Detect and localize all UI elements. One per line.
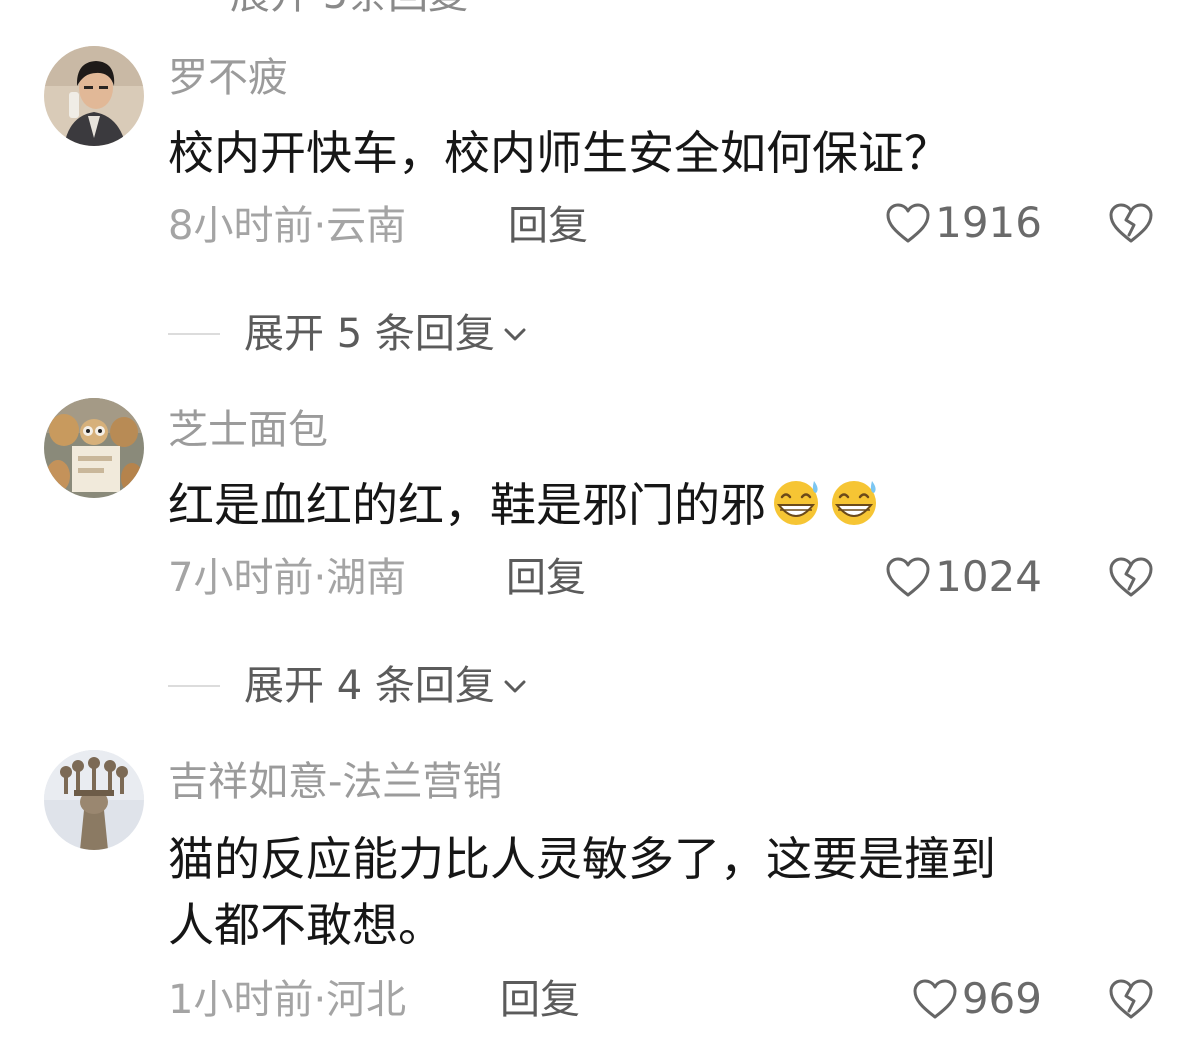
expand-replies-label: 展开 5 条回复 — [244, 311, 495, 357]
previous-expand-replies-partial[interactable]: 展开 5条回复 — [230, 0, 468, 20]
comment-text: 红是血红的红，鞋是邪门的邪 — [168, 472, 882, 538]
comment-time-location: 7小时前·湖南 — [168, 555, 407, 601]
heart-outline-icon — [913, 979, 957, 1019]
like-count: 969 — [961, 974, 1042, 1023]
chevron-down-icon — [504, 680, 526, 693]
comment-text-line: 猫的反应能力比人灵敏多了，这要是撞到 — [168, 832, 996, 886]
comment-text: 校内开快车，校内师生安全如何保证？ — [168, 120, 950, 186]
comment-username[interactable]: 吉祥如意-法兰营销 — [168, 762, 502, 802]
avatar[interactable] — [44, 750, 144, 850]
divider — [168, 333, 220, 335]
heart-outline-icon — [886, 557, 930, 597]
avatar-photo-statue — [44, 750, 144, 850]
comment-time-location: 1小时前·河北 — [168, 977, 407, 1023]
heart-outline-icon — [886, 203, 930, 243]
like-button[interactable]: 969 — [912, 978, 1042, 1020]
avatar-photo-man-phone — [44, 46, 144, 146]
grinning-sweat-emoji-icon — [774, 481, 818, 525]
comment-text: 猫的反应能力比人灵敏多了，这要是撞到 人都不敢想。 — [168, 826, 996, 958]
comment-username[interactable]: 罗不疲 — [168, 58, 288, 98]
comment-time-location: 8小时前·云南 — [168, 203, 407, 249]
grinning-sweat-emoji-icon — [832, 481, 876, 525]
avatar[interactable] — [44, 398, 144, 498]
expand-replies-label: 展开 4 条回复 — [244, 663, 495, 709]
reply-button[interactable]: 回复 — [506, 558, 586, 598]
broken-heart-icon — [1109, 557, 1153, 597]
reply-button[interactable]: 回复 — [500, 980, 580, 1020]
reply-button[interactable]: 回复 — [508, 206, 588, 246]
divider — [168, 685, 220, 687]
comment-text-line: 红是血红的红，鞋是邪门的邪 — [168, 472, 882, 538]
dislike-button[interactable] — [1108, 556, 1154, 602]
like-button[interactable]: 1024 — [885, 556, 1042, 598]
broken-heart-icon — [1109, 203, 1153, 243]
comment-text-line: 校内开快车，校内师生安全如何保证？ — [168, 126, 950, 180]
dislike-button[interactable] — [1108, 978, 1154, 1024]
comment-text-content: 红是血红的红，鞋是邪门的邪 — [168, 478, 766, 532]
chevron-down-icon — [504, 328, 526, 341]
expand-replies-button[interactable]: 展开 4 条回复 — [168, 666, 529, 706]
expand-replies-button[interactable]: 展开 5 条回复 — [168, 314, 529, 354]
avatar-photo-cartoon-figures — [44, 398, 144, 498]
like-button[interactable]: 1916 — [885, 202, 1042, 244]
like-count: 1024 — [935, 552, 1042, 601]
avatar[interactable] — [44, 46, 144, 146]
comment-text-line: 人都不敢想。 — [168, 898, 444, 952]
comment-username[interactable]: 芝士面包 — [168, 410, 328, 450]
broken-heart-icon — [1109, 979, 1153, 1019]
dislike-button[interactable] — [1108, 202, 1154, 248]
like-count: 1916 — [935, 198, 1042, 247]
